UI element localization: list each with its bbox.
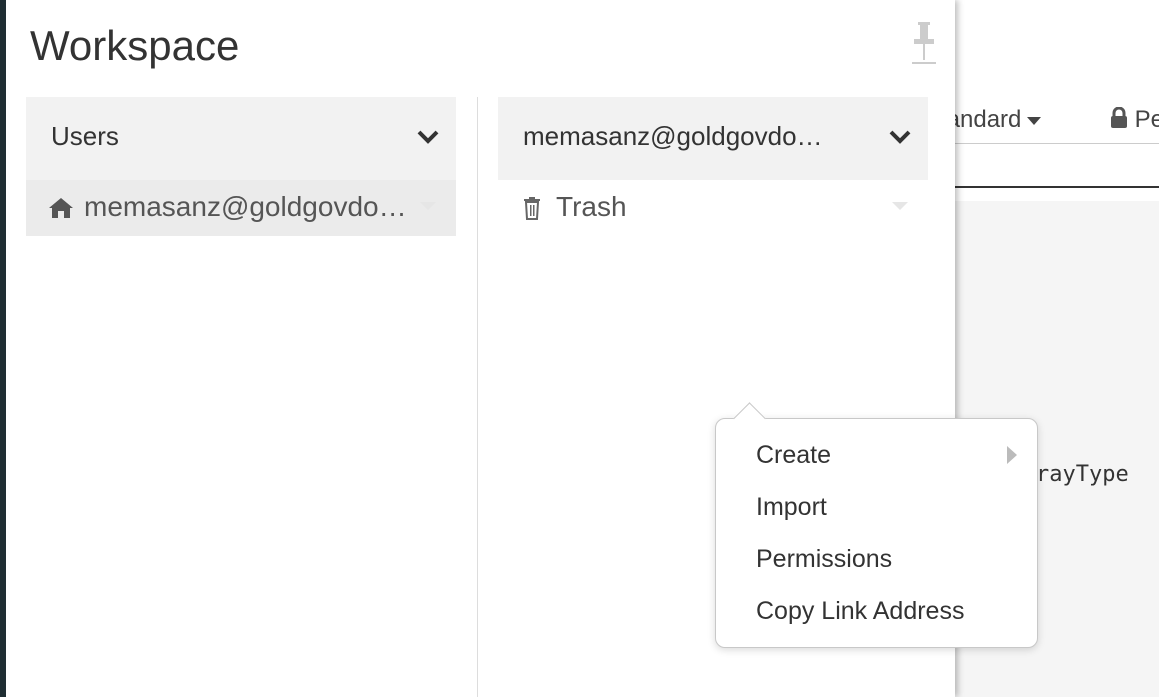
user-folder-header[interactable]: memasanz@goldgovdo… — [498, 97, 928, 180]
menu-item-label: Create — [756, 441, 832, 469]
home-icon — [49, 198, 73, 218]
menu-item-label: Import — [756, 493, 827, 521]
toolbar-divider — [940, 143, 1159, 144]
list-item-user-home[interactable]: memasanz@goldgovdom… — [26, 180, 456, 236]
list-item-trash[interactable]: Trash — [498, 180, 928, 236]
users-header-label: Users — [51, 121, 119, 151]
column-divider[interactable] — [477, 97, 478, 697]
tab-underline — [940, 186, 1159, 188]
context-menu: Create Import Permissions Copy Link Addr… — [715, 402, 1038, 648]
menu-item-permissions[interactable]: Permissions — [716, 533, 1037, 585]
permissions-label: Pe — [1134, 106, 1159, 133]
trash-label: Trash — [556, 191, 627, 222]
menu-item-label: Copy Link Address — [756, 597, 965, 625]
caret-down-icon[interactable] — [420, 202, 436, 210]
menu-item-create[interactable]: Create — [716, 429, 1037, 481]
permissions-button[interactable]: Pe — [1110, 106, 1159, 134]
user-folder-header-label: memasanz@goldgovdo… — [523, 121, 823, 151]
users-column-header[interactable]: Users — [26, 97, 456, 180]
pin-icon[interactable] — [910, 20, 938, 66]
workspace-title: Workspace — [30, 22, 240, 69]
caret-down-icon — [1027, 116, 1042, 125]
submenu-arrow-icon — [1007, 446, 1017, 464]
lock-icon — [1111, 106, 1127, 128]
trash-icon — [524, 197, 540, 220]
users-column: Users memasanz@goldgovdom… — [26, 97, 456, 236]
user-home-label: memasanz@goldgovdom… — [84, 191, 429, 222]
user-folder-column: memasanz@goldgovdo… Trash — [498, 97, 928, 236]
menu-item-copy-link[interactable]: Copy Link Address — [716, 585, 1037, 637]
menu-item-label: Permissions — [756, 545, 893, 573]
chevron-down-icon[interactable] — [888, 127, 912, 147]
chevron-down-icon[interactable] — [416, 127, 440, 147]
language-dropdown[interactable]: tandard — [940, 106, 1042, 134]
code-text: rayType — [1036, 462, 1129, 487]
caret-down-icon[interactable] — [892, 202, 908, 210]
menu-item-import[interactable]: Import — [716, 481, 1037, 533]
